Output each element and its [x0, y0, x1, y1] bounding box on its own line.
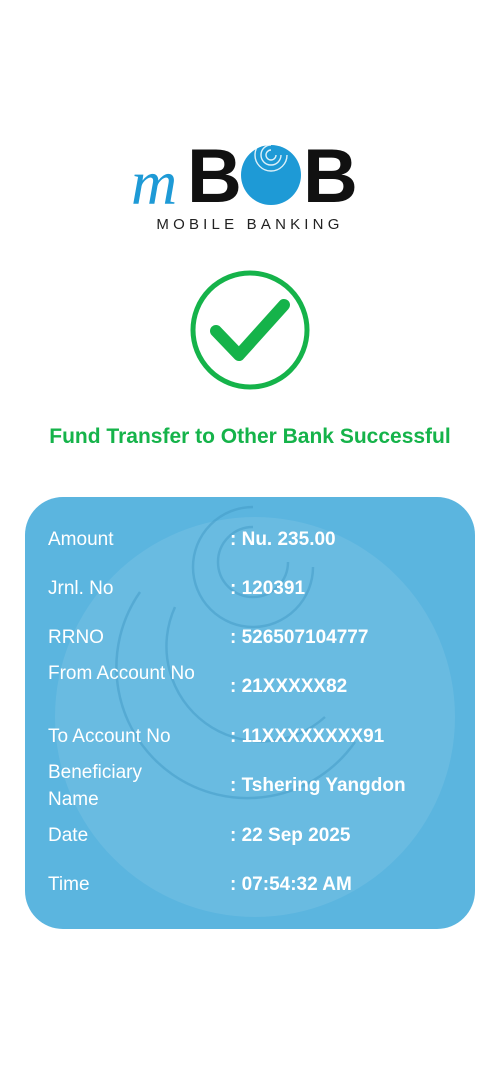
detail-label: To Account No [48, 726, 171, 747]
detail-label: Time [48, 874, 90, 895]
status-title: Fund Transfer to Other Bank Successful [49, 425, 451, 448]
detail-value: 07:54:32 AM [230, 871, 470, 898]
detail-label: RRNO [48, 627, 104, 648]
transaction-details-card: Amount Nu. 235.00 Jrnl. No 120391 RRNO 5… [25, 497, 475, 929]
card-watermark-globe [55, 505, 455, 917]
detail-label: Jrnl. No [48, 578, 114, 599]
logo-globe-icon [241, 145, 301, 205]
logo-b2-text: B [303, 134, 358, 214]
detail-value: 526507104777 [230, 624, 470, 651]
receipt-screen: m B B MOBILE BANKING Fund Transfer to Ot… [0, 0, 500, 1080]
detail-label: From Account No [48, 663, 195, 684]
detail-value: Tshering Yangdon [230, 772, 470, 799]
detail-value: 11XXXXXXXX91 [230, 723, 470, 750]
mbob-logo-mark: m B B [131, 134, 358, 214]
detail-value: 21XXXXX82 [230, 673, 470, 700]
logo-m-text: m [131, 147, 177, 214]
mbob-logo: m B B MOBILE BANKING [125, 128, 375, 240]
detail-label: Amount [48, 529, 114, 550]
detail-label: Beneficiary Name [48, 762, 142, 810]
detail-value: Nu. 235.00 [230, 526, 470, 553]
detail-value: 120391 [230, 575, 470, 602]
success-check-icon [189, 269, 311, 391]
logo-b1-text: B [187, 134, 242, 214]
detail-label: Date [48, 825, 89, 846]
detail-value: 22 Sep 2025 [230, 822, 470, 849]
logo-tagline: MOBILE BANKING [156, 216, 344, 233]
